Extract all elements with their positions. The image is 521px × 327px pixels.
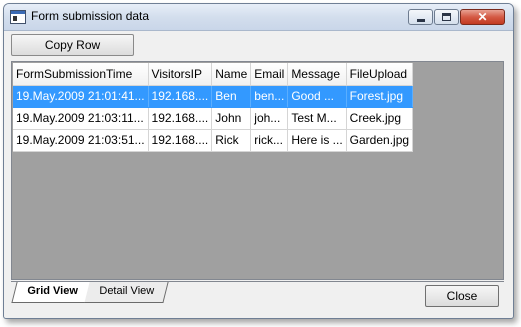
column-header-fileupload[interactable]: FileUpload xyxy=(346,63,414,86)
cell-visitor-ip[interactable]: 192.168.... xyxy=(148,85,213,108)
cell-message[interactable]: Here is ... xyxy=(287,129,347,152)
cell-email[interactable]: joh... xyxy=(250,107,289,130)
column-header-message[interactable]: Message xyxy=(287,63,347,86)
cell-submission-time[interactable]: 19.May.2009 21:03:51... xyxy=(13,129,149,152)
cell-file-upload[interactable]: Creek.jpg xyxy=(346,107,414,130)
app-window-icon xyxy=(10,10,26,24)
copy-row-button[interactable]: Copy Row xyxy=(11,34,134,56)
cell-message[interactable]: Test M... xyxy=(287,107,347,130)
minimize-icon xyxy=(417,19,425,22)
tab-detail-view-label: Detail View xyxy=(98,285,154,297)
cell-email[interactable]: rick... xyxy=(250,129,289,152)
tab-grid-view[interactable]: Grid View xyxy=(11,282,93,303)
cell-visitor-ip[interactable]: 192.168.... xyxy=(148,129,213,152)
title-bar[interactable]: Form submission data ✕ xyxy=(4,4,513,31)
column-header-formsubmissiontime[interactable]: FormSubmissionTime xyxy=(13,63,149,86)
data-grid[interactable]: FormSubmissionTime VisitorsIP Name Email… xyxy=(11,61,504,280)
header-row: FormSubmissionTime VisitorsIP Name Email… xyxy=(13,63,414,86)
maximize-icon xyxy=(442,13,451,21)
column-header-email[interactable]: Email xyxy=(250,63,289,86)
table-row[interactable]: 19.May.2009 21:03:11... 192.168.... John… xyxy=(13,107,414,130)
column-header-visitorsip[interactable]: VisitorsIP xyxy=(148,63,213,86)
submission-table: FormSubmissionTime VisitorsIP Name Email… xyxy=(13,63,414,152)
tab-detail-view[interactable]: Detail View xyxy=(84,282,169,303)
close-button[interactable]: Close xyxy=(425,285,499,307)
cell-message[interactable]: Good ... xyxy=(287,85,347,108)
cell-file-upload[interactable]: Forest.jpg xyxy=(346,85,414,108)
cell-visitor-ip[interactable]: 192.168.... xyxy=(148,107,213,130)
minimize-button[interactable] xyxy=(408,9,433,25)
cell-name[interactable]: Rick xyxy=(211,129,252,152)
cell-name[interactable]: John xyxy=(211,107,252,130)
window-close-button[interactable]: ✕ xyxy=(460,9,505,25)
column-header-name[interactable]: Name xyxy=(211,63,252,86)
cell-email[interactable]: ben... xyxy=(250,85,289,108)
close-icon: ✕ xyxy=(477,10,488,24)
cell-submission-time[interactable]: 19.May.2009 21:03:11... xyxy=(13,107,149,130)
cell-submission-time[interactable]: 19.May.2009 21:01:41... xyxy=(13,85,149,108)
maximize-button[interactable] xyxy=(434,9,459,25)
cell-file-upload[interactable]: Garden.jpg xyxy=(346,129,414,152)
tab-grid-view-label: Grid View xyxy=(27,285,78,297)
app-window: Form submission data ✕ Copy Row FormSubm… xyxy=(3,3,514,319)
table-row[interactable]: 19.May.2009 21:01:41... 192.168.... Ben … xyxy=(13,85,414,108)
table-row[interactable]: 19.May.2009 21:03:51... 192.168.... Rick… xyxy=(13,129,414,152)
cell-name[interactable]: Ben xyxy=(211,85,252,108)
window-title: Form submission data xyxy=(31,9,150,23)
